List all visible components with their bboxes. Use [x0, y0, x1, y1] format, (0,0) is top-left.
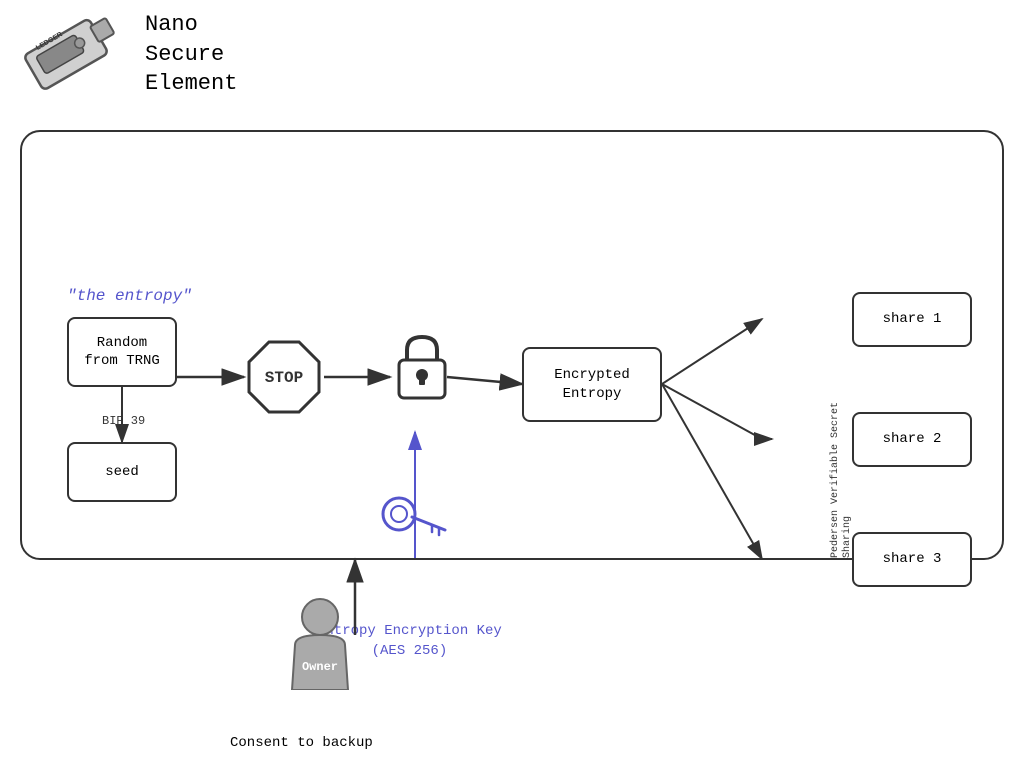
share2-label: share 2: [883, 430, 942, 448]
ledger-device-icon: LEDGER: [20, 10, 130, 100]
owner-area: Owner: [280, 595, 360, 690]
trng-label: Random from TRNG: [84, 334, 160, 370]
seed-label: seed: [105, 463, 139, 481]
trng-box: Random from TRNG: [67, 317, 177, 387]
pedersen-label: Pedersen Verifiable Secret Sharing: [830, 377, 854, 558]
consent-label: Consent to backup: [230, 735, 373, 751]
share1-box: share 1: [852, 292, 972, 347]
encrypted-entropy-label: Encrypted Entropy: [554, 366, 630, 402]
bip39-label: BIP 39: [102, 414, 145, 428]
share3-box: share 3: [852, 532, 972, 587]
owner-figure: Owner: [280, 595, 360, 690]
share1-label: share 1: [883, 310, 942, 328]
entropy-label: "the entropy": [67, 287, 192, 305]
key-icon: [377, 492, 447, 547]
svg-text:Owner: Owner: [302, 660, 338, 674]
share3-label: share 3: [883, 550, 942, 568]
svg-text:STOP: STOP: [265, 369, 303, 387]
encrypted-entropy-box: Encrypted Entropy: [522, 347, 662, 422]
lock-icon: [392, 332, 452, 412]
main-diagram-box: "the entropy" Random from TRNG seed BIP …: [20, 130, 1004, 560]
seed-box: seed: [67, 442, 177, 502]
logo-area: LEDGER Nano Secure Element: [20, 10, 237, 100]
device-title: Nano Secure Element: [145, 10, 237, 99]
share2-box: share 2: [852, 412, 972, 467]
stop-sign: STOP: [244, 337, 324, 417]
